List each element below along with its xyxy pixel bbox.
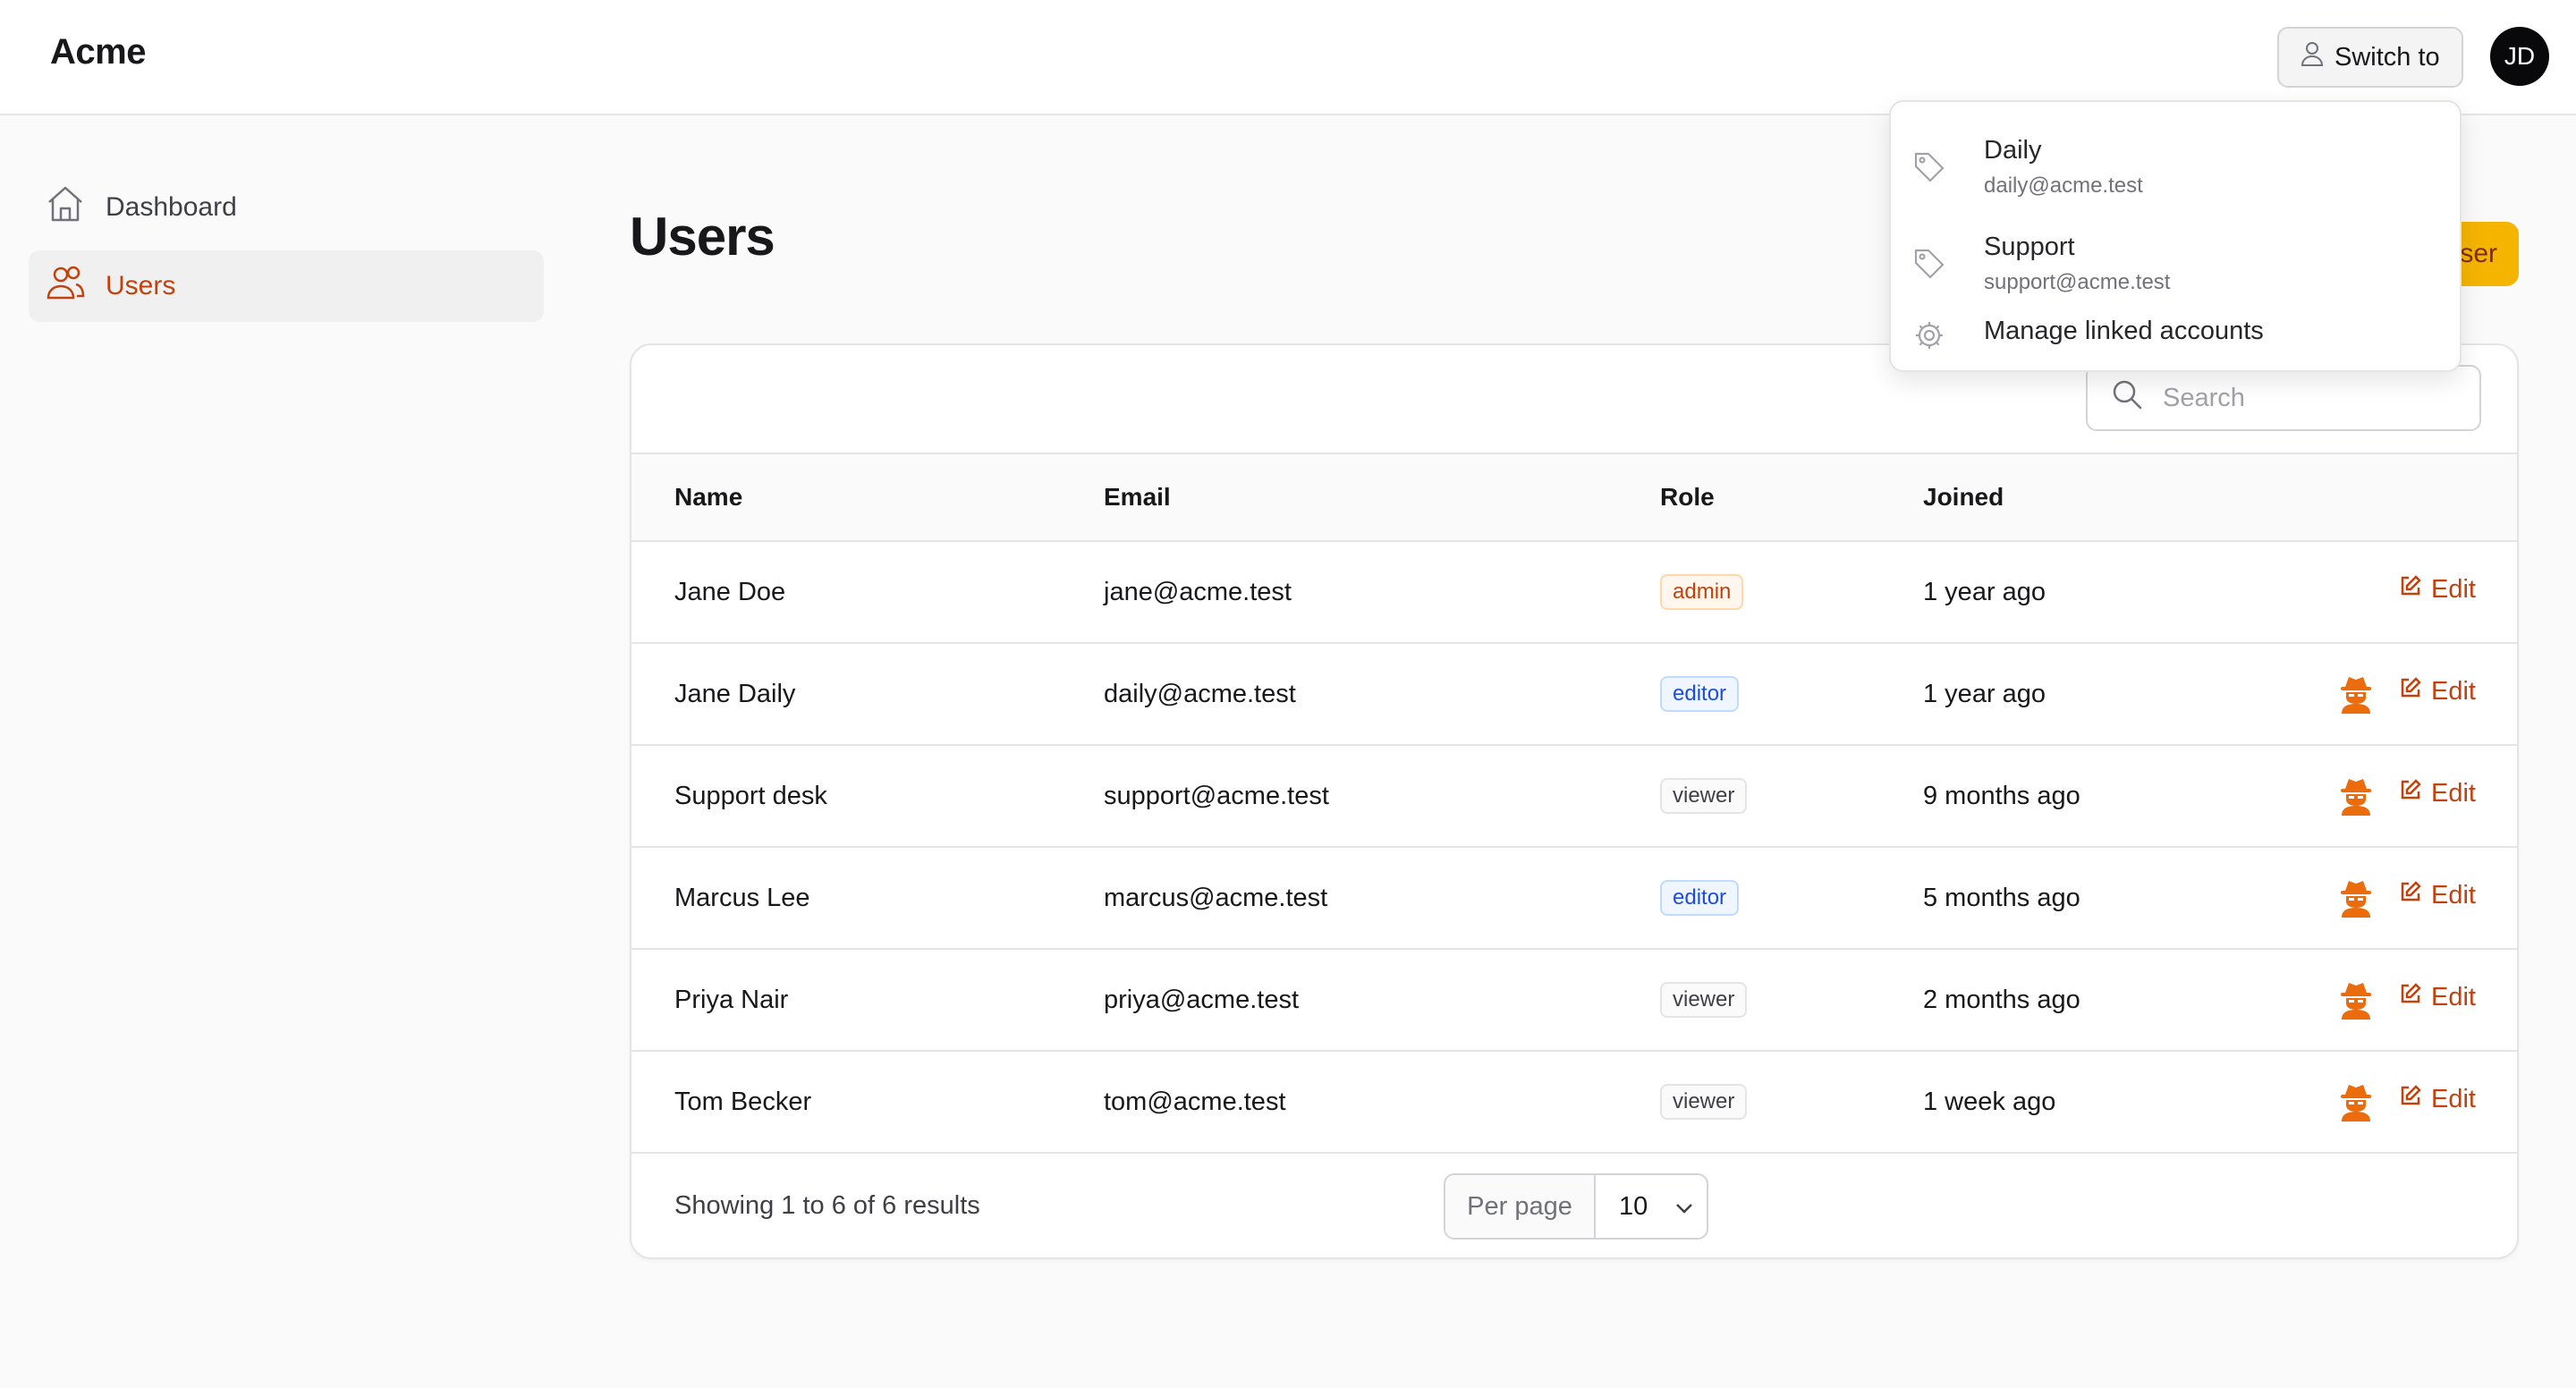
account-name: Daily xyxy=(1984,136,2042,165)
user-email: jane@acme.test xyxy=(1104,578,1292,606)
impersonate-icon[interactable] xyxy=(2338,1082,2374,1121)
switch-account-button[interactable]: Switch to xyxy=(2277,27,2463,88)
results-summary: Showing 1 to 6 of 6 results xyxy=(674,1191,980,1220)
table-row: Priya Nair priya@acme.test viewer 2 mont… xyxy=(631,950,2517,1052)
per-page-label: Per page xyxy=(1445,1175,1596,1238)
table-row: Jane Daily daily@acme.test editor 1 year… xyxy=(631,644,2517,746)
joined-date: 1 week ago xyxy=(1923,1088,2056,1116)
edit-label: Edit xyxy=(2431,574,2476,604)
joined-date: 1 year ago xyxy=(1923,578,2046,606)
column-header-joined[interactable]: Joined xyxy=(1923,483,2004,512)
account-email: support@acme.test xyxy=(1984,270,2171,294)
user-icon xyxy=(2301,41,2324,73)
user-name: Jane Daily xyxy=(674,680,796,708)
switch-account-menu: Daily daily@acme.test Support support@ac… xyxy=(1889,100,2462,372)
role-badge: editor xyxy=(1660,676,1740,712)
joined-date: 5 months ago xyxy=(1923,884,2080,912)
edit-label: Edit xyxy=(2431,880,2476,910)
account-item-daily[interactable]: Daily daily@acme.test xyxy=(1912,123,2442,213)
role-badge: editor xyxy=(1660,880,1740,916)
home-icon xyxy=(45,183,86,232)
switch-account-label: Switch to xyxy=(2334,42,2440,72)
role-badge: viewer xyxy=(1660,778,1748,814)
tag-icon xyxy=(1912,247,1946,281)
sidebar-item-label: Dashboard xyxy=(106,192,237,222)
new-user-button-label: ser xyxy=(2460,239,2497,268)
avatar[interactable]: JD xyxy=(2490,27,2549,86)
column-header-role[interactable]: Role xyxy=(1660,483,1715,512)
impersonate-icon[interactable] xyxy=(2338,776,2374,816)
user-name: Priya Nair xyxy=(674,986,789,1014)
search-placeholder: Search xyxy=(2163,383,2245,412)
page-title: Users xyxy=(630,207,775,267)
users-table-card: Search Name Email Role Joined Jane Doe j… xyxy=(630,343,2519,1259)
top-bar: Acme Switch to JD xyxy=(0,0,2576,115)
joined-date: 1 year ago xyxy=(1923,680,2046,708)
search-icon xyxy=(2111,378,2143,418)
sidebar-item-label: Users xyxy=(106,271,176,300)
account-name: Support xyxy=(1984,233,2075,261)
user-email: support@acme.test xyxy=(1104,782,1329,810)
user-name: Marcus Lee xyxy=(674,884,810,912)
per-page-dropdown[interactable]: 10 xyxy=(1596,1175,1707,1238)
role-badge: admin xyxy=(1660,574,1744,610)
sidebar-item-dashboard[interactable]: Dashboard xyxy=(29,172,544,243)
sidebar-item-users[interactable]: Users xyxy=(29,250,544,322)
edit-button[interactable]: Edit xyxy=(2399,1084,2476,1114)
joined-date: 9 months ago xyxy=(1923,782,2080,810)
user-email: marcus@acme.test xyxy=(1104,884,1328,912)
user-name: Jane Doe xyxy=(674,578,786,606)
column-header-name[interactable]: Name xyxy=(674,483,742,512)
chevron-down-icon xyxy=(1674,1192,1694,1222)
edit-icon xyxy=(2399,574,2422,605)
edit-button[interactable]: Edit xyxy=(2399,676,2476,707)
manage-linked-accounts-label: Manage linked accounts xyxy=(1984,317,2264,345)
manage-linked-accounts-item[interactable]: Manage linked accounts xyxy=(1912,309,2442,360)
per-page-value: 10 xyxy=(1619,1191,1648,1221)
impersonate-icon[interactable] xyxy=(2338,674,2374,714)
edit-icon xyxy=(2399,880,2422,910)
tag-icon xyxy=(1912,150,1946,184)
edit-icon xyxy=(2399,778,2422,808)
edit-button[interactable]: Edit xyxy=(2399,982,2476,1012)
impersonate-icon[interactable] xyxy=(2338,980,2374,1020)
joined-date: 2 months ago xyxy=(1923,986,2080,1014)
user-name: Tom Becker xyxy=(674,1088,812,1116)
table-row: Support desk support@acme.test viewer 9 … xyxy=(631,746,2517,848)
edit-icon xyxy=(2399,1084,2422,1114)
role-badge: viewer xyxy=(1660,1084,1748,1120)
edit-button[interactable]: Edit xyxy=(2399,778,2476,808)
users-icon xyxy=(45,262,86,310)
edit-label: Edit xyxy=(2431,778,2476,808)
edit-icon xyxy=(2399,676,2422,707)
table-row: Marcus Lee marcus@acme.test editor 5 mon… xyxy=(631,848,2517,950)
account-email: daily@acme.test xyxy=(1984,174,2143,198)
user-email: priya@acme.test xyxy=(1104,986,1300,1014)
search-input[interactable]: Search xyxy=(2086,365,2481,431)
gear-icon xyxy=(1912,318,1946,352)
table-row: Jane Doe jane@acme.test admin 1 year ago… xyxy=(631,542,2517,644)
edit-button[interactable]: Edit xyxy=(2399,574,2476,605)
table-header: Name Email Role Joined xyxy=(631,453,2517,542)
impersonate-icon[interactable] xyxy=(2338,878,2374,918)
edit-label: Edit xyxy=(2431,982,2476,1011)
per-page-select[interactable]: Per page 10 xyxy=(1444,1173,1708,1240)
user-name: Support desk xyxy=(674,782,827,810)
table-row: Tom Becker tom@acme.test viewer 1 week a… xyxy=(631,1052,2517,1154)
account-item-support[interactable]: Support support@acme.test xyxy=(1912,220,2442,309)
role-badge: viewer xyxy=(1660,982,1748,1018)
user-email: daily@acme.test xyxy=(1104,680,1296,708)
edit-button[interactable]: Edit xyxy=(2399,880,2476,910)
user-email: tom@acme.test xyxy=(1104,1088,1286,1116)
column-header-email[interactable]: Email xyxy=(1104,483,1171,512)
edit-icon xyxy=(2399,982,2422,1012)
edit-label: Edit xyxy=(2431,1084,2476,1113)
edit-label: Edit xyxy=(2431,676,2476,706)
brand-logo[interactable]: Acme xyxy=(50,32,146,72)
